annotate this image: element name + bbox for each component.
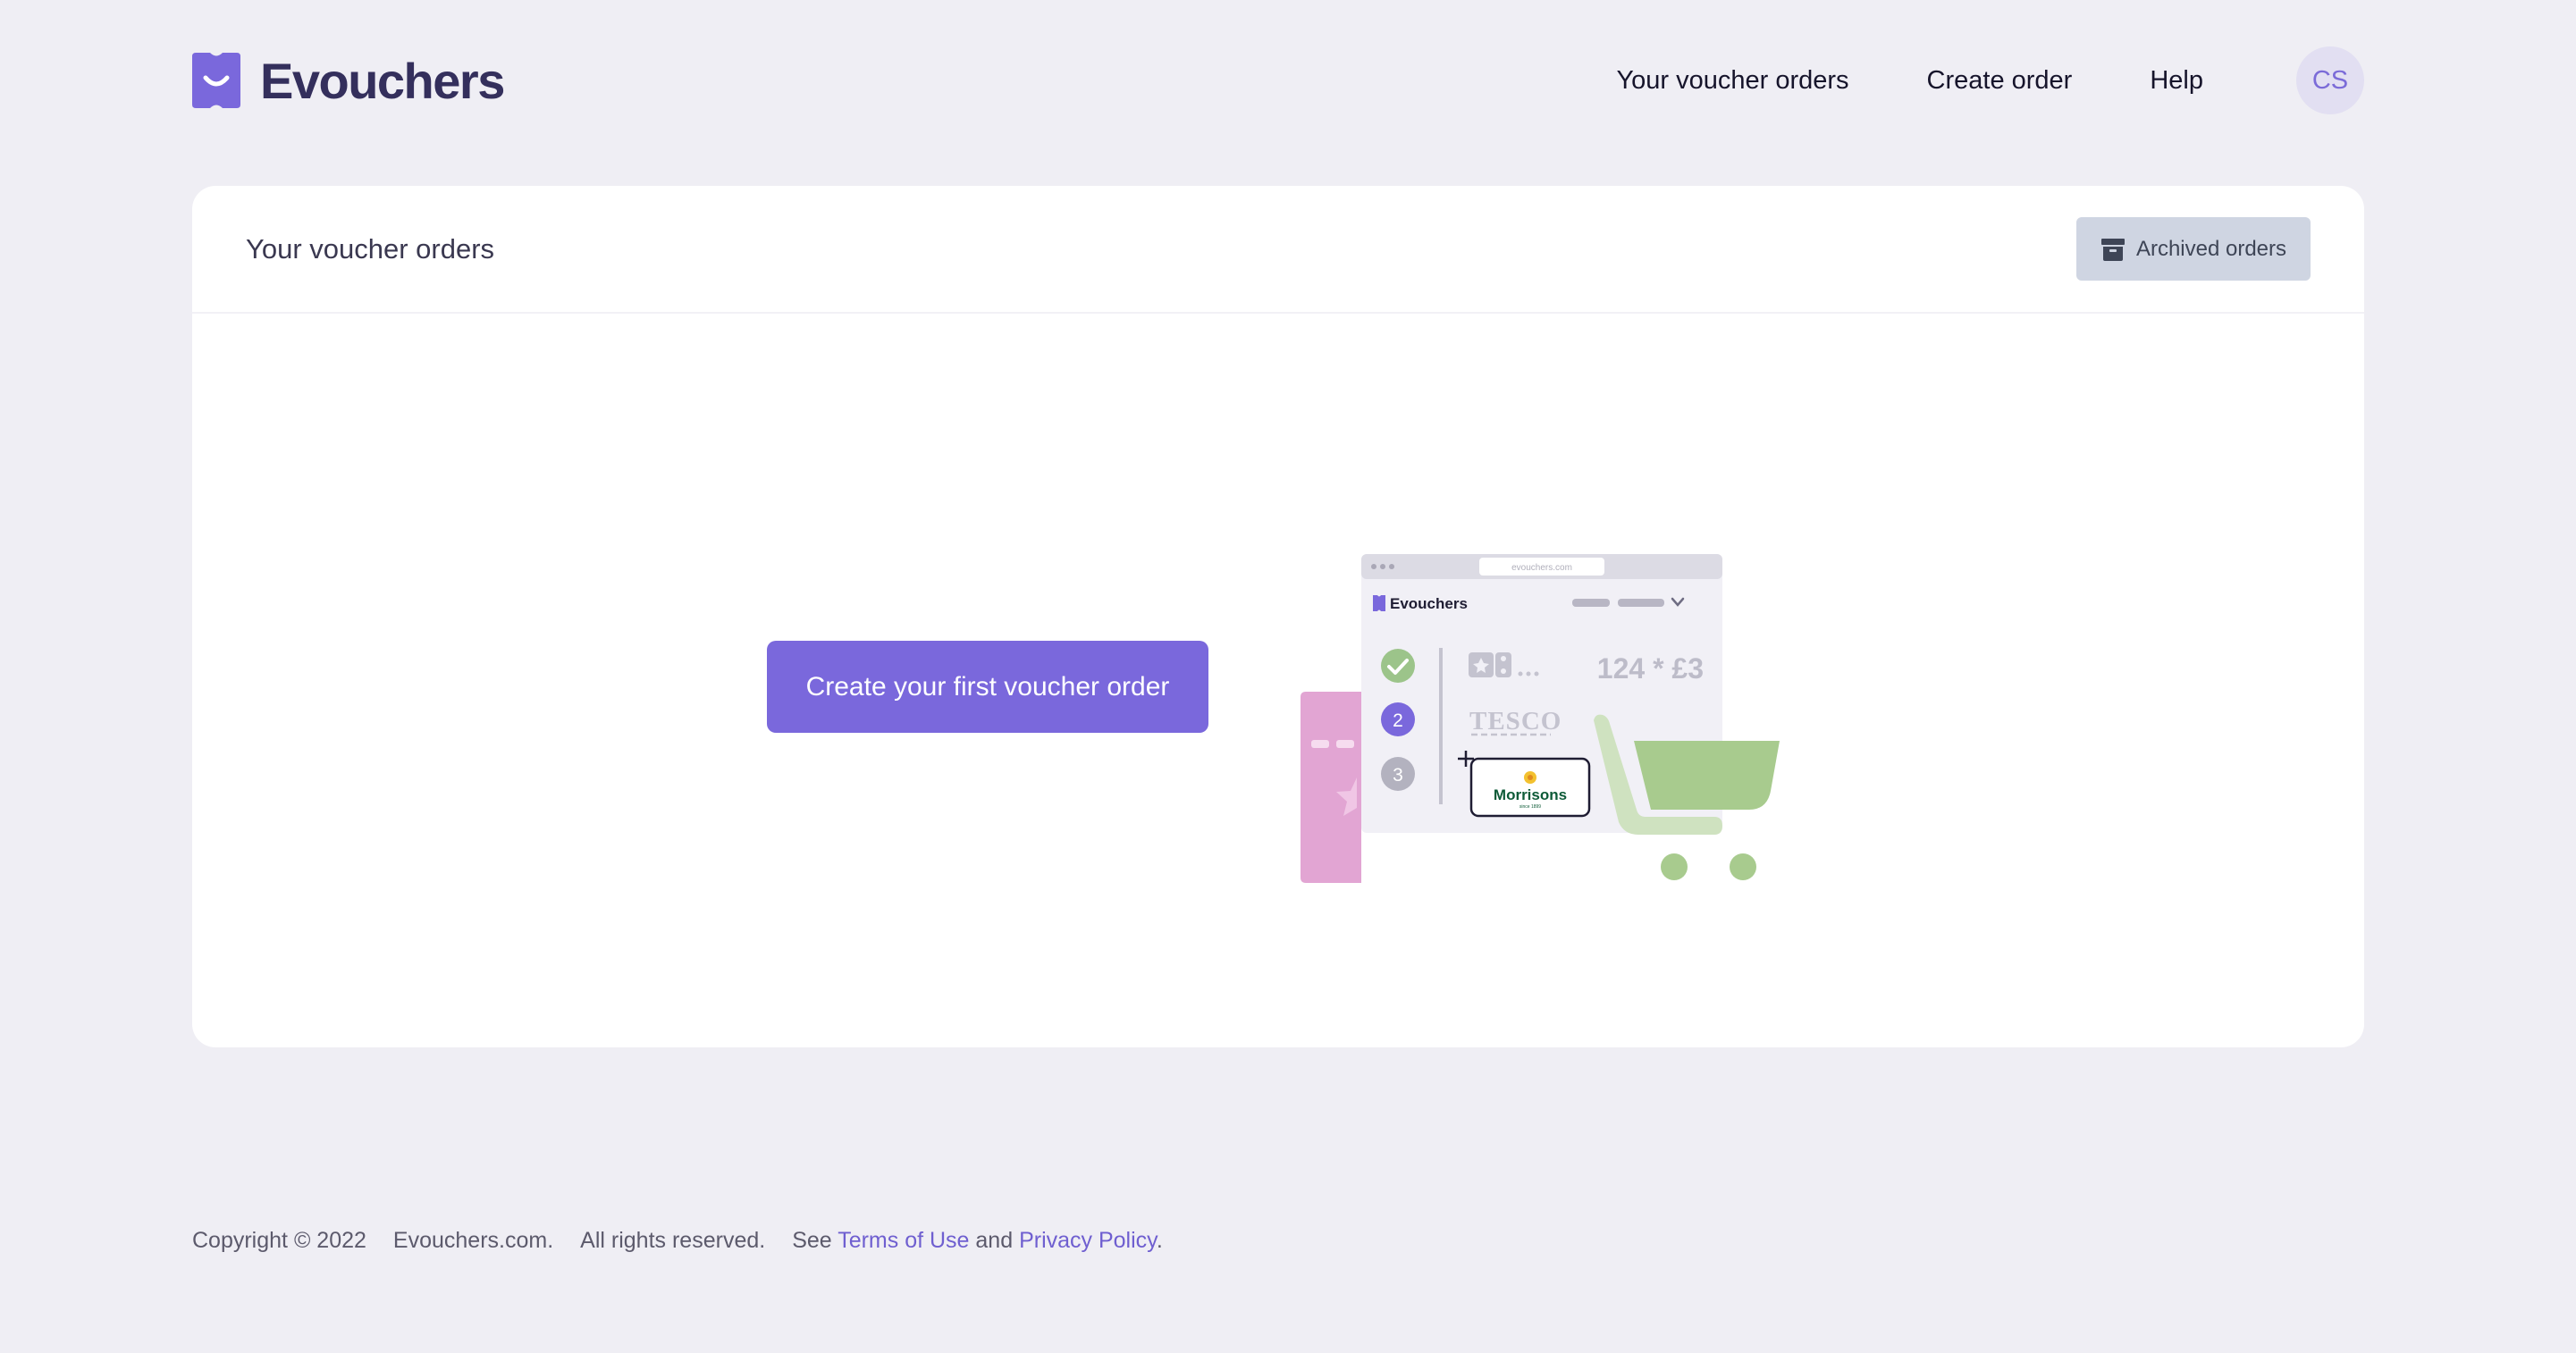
archive-box-icon xyxy=(2100,238,2125,261)
card-title: Your voucher orders xyxy=(246,232,495,265)
brand-logo[interactable]: Evouchers xyxy=(192,52,505,110)
step-2-number: 2 xyxy=(1393,710,1403,731)
empty-state-illustration: evouchers.com Evouchers 2 3 124 * £3 TES… xyxy=(1301,554,1780,883)
footer-rights: All rights reserved. xyxy=(580,1228,766,1253)
archived-orders-label: Archived orders xyxy=(2135,236,2287,261)
user-avatar[interactable]: CS xyxy=(2296,46,2364,114)
footer-see-text: See xyxy=(792,1228,832,1253)
top-header: Evouchers Your voucher orders Create ord… xyxy=(192,46,2364,114)
voucher-orders-card: Your voucher orders Archived orders Crea… xyxy=(192,186,2364,1047)
terms-of-use-link[interactable]: Terms of Use xyxy=(838,1228,969,1253)
evouchers-logo-icon xyxy=(192,53,240,108)
brand-name: Evouchers xyxy=(260,52,505,109)
create-first-order-button[interactable]: Create your first voucher order xyxy=(767,641,1208,733)
main-nav: Your voucher orders Create order Help CS xyxy=(1616,46,2364,114)
nav-help[interactable]: Help xyxy=(2150,66,2203,96)
url-text: evouchers.com xyxy=(1511,563,1572,573)
card-header: Your voucher orders Archived orders xyxy=(192,186,2364,314)
mini-brand-name: Evouchers xyxy=(1390,595,1468,612)
ticket-icon xyxy=(1301,692,1361,883)
nav-your-voucher-orders[interactable]: Your voucher orders xyxy=(1616,66,1848,96)
footer-period: . xyxy=(1156,1228,1163,1253)
privacy-policy-link[interactable]: Privacy Policy xyxy=(1019,1228,1157,1253)
footer-copyright: Copyright © 2022 xyxy=(192,1228,366,1253)
morrisons-logo: Morrisons xyxy=(1494,786,1567,803)
tesco-logo: TESCO xyxy=(1469,707,1562,735)
footer-links: See Terms of Use and Privacy Policy. xyxy=(792,1228,1163,1254)
footer: Copyright © 2022 Evouchers.com. All righ… xyxy=(192,1228,1163,1254)
footer-site: Evouchers.com. xyxy=(392,1228,554,1253)
voucher-amount: 124 * £3 xyxy=(1597,652,1704,685)
nav-create-order[interactable]: Create order xyxy=(1927,66,2073,96)
footer-and-text: and xyxy=(975,1228,1014,1253)
step-3-number: 3 xyxy=(1393,765,1403,786)
morrisons-subtitle: since 1899 xyxy=(1520,804,1541,810)
archived-orders-button[interactable]: Archived orders xyxy=(2076,217,2311,281)
